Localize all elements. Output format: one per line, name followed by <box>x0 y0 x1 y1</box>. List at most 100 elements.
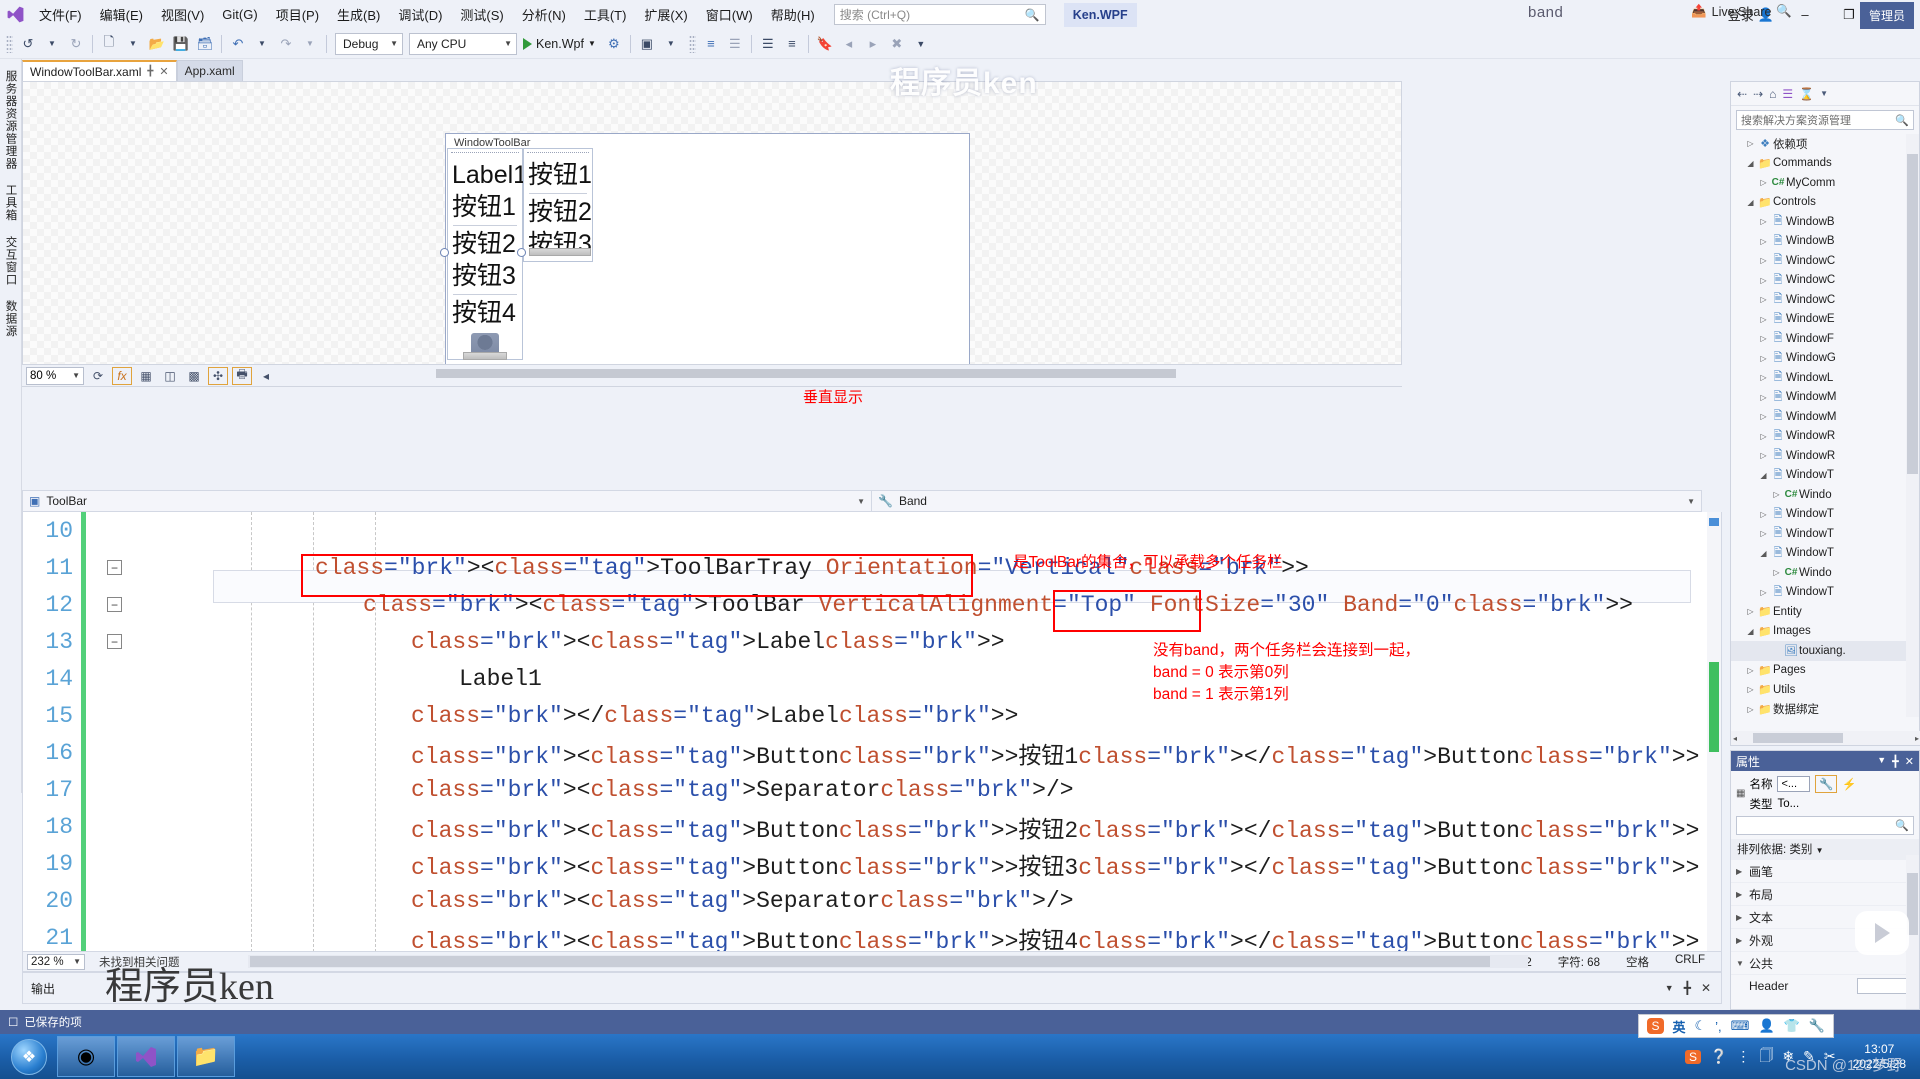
solution-explorer-search-input[interactable]: 搜索解决方案资源管理 🔍 <box>1736 110 1914 130</box>
rail-tab-interactive[interactable]: 交互窗口 <box>0 229 22 293</box>
snap-grid-icon[interactable]: ◫ <box>160 367 180 385</box>
solution-explorer-item[interactable]: ▷ 📁 Entity <box>1731 602 1907 622</box>
chevron-right-icon[interactable]: ▷ <box>1757 276 1770 285</box>
solution-explorer-item[interactable]: ▷ 🗎 WindowM <box>1731 407 1907 427</box>
redo-icon[interactable]: ↷ <box>274 32 298 56</box>
adorner-handle-mid[interactable] <box>517 248 526 257</box>
ime-language-bar[interactable]: S 英 ☾ ’, ⌨ 👤 👕 🔧 <box>1638 1014 1834 1038</box>
copy-icon[interactable]: 🗍 <box>1759 1045 1773 1069</box>
help-icon[interactable]: ❔ <box>1710 1048 1727 1065</box>
navigate-forward-icon[interactable]: ↻ <box>64 32 88 56</box>
solution-explorer-item[interactable]: ▷ 🗎 WindowL <box>1731 368 1907 388</box>
home-icon[interactable]: ⌂ <box>1769 87 1776 101</box>
solution-explorer-item[interactable]: ▷ 🗎 WindowF <box>1731 329 1907 349</box>
code-line-20[interactable]: 20 class="brk"><class="tag">Separatorcla… <box>23 882 1721 919</box>
code-line-17[interactable]: 17 class="brk"><class="tag">Separatorcla… <box>23 771 1721 808</box>
solution-chip[interactable]: Ken.WPF <box>1063 2 1137 27</box>
comment-icon[interactable]: ☰ <box>723 32 747 56</box>
menu-item-help[interactable]: 帮助(H) <box>762 1 824 28</box>
align-icon[interactable]: ✣ <box>208 366 228 385</box>
chevron-right-icon[interactable]: ▷ <box>1757 529 1770 538</box>
chevron-right-icon[interactable]: ▷ <box>1757 588 1770 597</box>
chevron-right-icon[interactable]: ▷ <box>1757 217 1770 226</box>
scrollbar-thumb[interactable] <box>1753 733 1843 743</box>
designer-button-1[interactable]: 按钮1 <box>448 191 522 223</box>
pin-icon[interactable]: ╋ <box>1892 755 1899 768</box>
solution-explorer-item[interactable]: ▷ ❖ 依赖项 <box>1731 134 1907 154</box>
menu-item-file[interactable]: 文件(F) <box>30 1 91 28</box>
solution-platform-combo[interactable]: Any CPU ▼ <box>409 32 517 55</box>
menu-item-build[interactable]: 生成(B) <box>328 1 389 28</box>
sogou-icon[interactable]: S <box>1647 1018 1664 1034</box>
band-1-resize-grip[interactable] <box>529 248 591 256</box>
property-header-row[interactable]: Header <box>1731 974 1919 997</box>
new-item-icon[interactable]: 🗋 <box>97 32 121 56</box>
designer-button-2[interactable]: 按钮2 <box>448 228 522 260</box>
properties-sort-selector[interactable]: 排列依据: 类别 ▼ <box>1731 839 1919 859</box>
designer-zoom-combo[interactable]: 80 % ▼ <box>26 366 84 385</box>
designer-b1-button-1[interactable]: 按钮1 <box>524 159 592 191</box>
solution-explorer-item[interactable]: ▷ 🗎 WindowC <box>1731 271 1907 291</box>
close-icon[interactable]: ✕ <box>1701 981 1711 995</box>
designer-horizontal-scrollbar[interactable] <box>430 368 1390 379</box>
new-item-dropdown-icon[interactable]: ▼ <box>121 32 145 56</box>
live-share-button[interactable]: 📤 Live Share 🔍 <box>1691 4 1792 19</box>
taskbar-visual-studio-button[interactable] <box>117 1036 175 1077</box>
solution-explorer-item[interactable]: 🖼 touxiang. <box>1731 641 1907 661</box>
designer-button-3[interactable]: 按钮3 <box>448 260 522 292</box>
code-line-21[interactable]: 21 class="brk"><class="tag">Buttonclass=… <box>23 919 1721 952</box>
grid-icon[interactable]: ▦ <box>136 367 156 385</box>
chevron-right-icon[interactable]: ▷ <box>1757 393 1770 402</box>
bookmark-clear-icon[interactable]: ✖ <box>885 32 909 56</box>
chevron-right-icon[interactable]: ▷ <box>1757 178 1770 187</box>
chevron-down-icon[interactable]: ▼ <box>1687 497 1695 506</box>
navigate-back-icon[interactable]: ↺ <box>16 32 40 56</box>
scroll-left-icon[interactable]: ◂ <box>1733 734 1737 743</box>
chevron-down-icon[interactable]: ▼ <box>1820 89 1828 98</box>
band-0-resize-grip[interactable] <box>463 352 507 360</box>
settings-wrench-icon[interactable]: 🔧 <box>1809 1018 1825 1034</box>
chevron-right-icon[interactable]: ▷ <box>1744 666 1757 675</box>
menu-item-window[interactable]: 窗口(W) <box>697 1 762 28</box>
solution-explorer-item[interactable]: ▷ 📁 数据绑定 <box>1731 700 1907 718</box>
chevron-right-icon[interactable]: ▷ <box>1757 237 1770 246</box>
redo-dropdown-icon[interactable]: ▼ <box>298 32 322 56</box>
save-all-icon[interactable]: 🗃 <box>193 32 217 56</box>
code-line-14[interactable]: 14 Label1 <box>23 660 1721 697</box>
toolbar-grip-dots[interactable] <box>451 152 519 157</box>
scrollbar-thumb[interactable] <box>250 956 1490 967</box>
solution-configuration-combo[interactable]: Debug ▼ <box>335 32 403 55</box>
menu-item-edit[interactable]: 编辑(E) <box>91 1 152 28</box>
solution-explorer-item[interactable]: ◢ 🗎 WindowT <box>1731 466 1907 486</box>
chevron-down-icon[interactable]: ◢ <box>1744 159 1757 168</box>
xaml-designer-surface[interactable]: WindowToolBar Label1 按钮1 按钮2 按钮3 按钮4 按钮1… <box>22 81 1402 365</box>
bookmark-next-icon[interactable]: ▸ <box>861 32 885 56</box>
xaml-code-editor[interactable]: 10 11 − class="brk"><class="tag">ToolBar… <box>22 512 1722 952</box>
solution-explorer-item[interactable]: ▷ 🗎 WindowR <box>1731 427 1907 447</box>
solution-explorer-item[interactable]: ▷ 🗎 WindowT <box>1731 524 1907 544</box>
close-icon[interactable]: ✕ <box>1905 755 1914 768</box>
property-category-layout[interactable]: ▶ 布局 <box>1731 882 1919 905</box>
menu-item-project[interactable]: 项目(P) <box>267 1 328 28</box>
chevron-right-icon[interactable]: ▷ <box>1757 315 1770 324</box>
menu-item-analyze[interactable]: 分析(N) <box>513 1 575 28</box>
solution-explorer-item[interactable]: ▷ C# Windo <box>1731 563 1907 583</box>
solution-explorer-item[interactable]: ▷ 🗎 WindowM <box>1731 388 1907 408</box>
code-line-13[interactable]: 13 − class="brk"><class="tag">Labelclass… <box>23 623 1721 660</box>
chevron-right-icon[interactable]: ▷ <box>1770 568 1783 577</box>
windows-start-button[interactable]: ❖ <box>3 1036 55 1077</box>
close-icon[interactable]: ✕ <box>159 65 168 78</box>
solution-explorer-item[interactable]: ◢ 🗎 WindowT <box>1731 544 1907 564</box>
designer-button-4[interactable]: 按钮4 <box>448 297 522 329</box>
rail-tab-server-explorer[interactable]: 服务器资源管理器 <box>0 63 22 177</box>
breadcrumb-element[interactable]: ▣ ToolBar ▼ <box>22 490 872 512</box>
solution-explorer-tree[interactable]: ▷ ❖ 依赖项 ◢ 📁 Commands ▷ C# MyComm ◢ 📁 Controls ▷ 🗎 Wind… <box>1731 134 1907 717</box>
sogou-icon[interactable]: S <box>1684 1049 1701 1064</box>
chevron-right-icon[interactable]: ▷ <box>1757 412 1770 421</box>
zoom-reset-icon[interactable]: ⟳ <box>88 367 108 385</box>
pending-changes-icon[interactable]: ⌛ <box>1799 87 1814 101</box>
undo-icon[interactable]: ↶ <box>226 32 250 56</box>
designer-b1-button-2[interactable]: 按钮2 <box>524 196 592 228</box>
menu-item-extensions[interactable]: 扩展(X) <box>635 1 696 28</box>
opacity-icon[interactable]: ▩ <box>184 367 204 385</box>
